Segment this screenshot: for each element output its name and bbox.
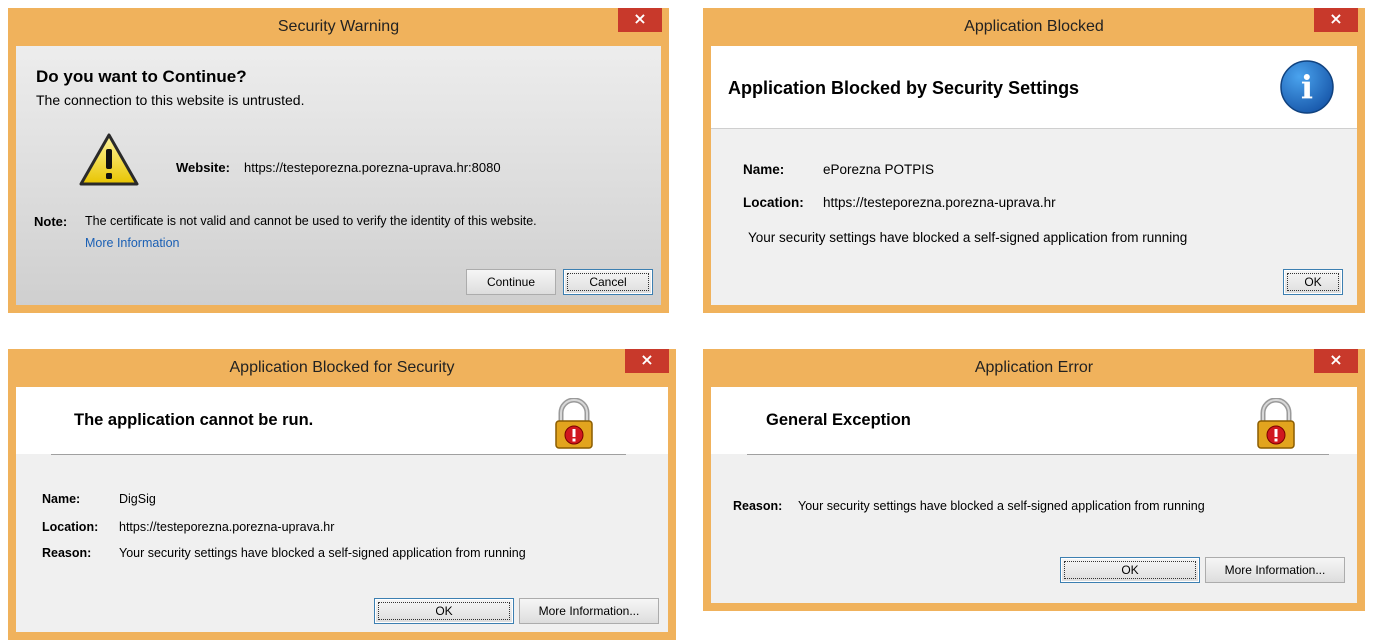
dialog-title: Application Blocked for Security bbox=[229, 359, 455, 376]
location-label: Location: bbox=[42, 520, 99, 534]
application-blocked-for-security-dialog: Application Blocked for Security × The a… bbox=[8, 349, 676, 640]
more-information-link[interactable]: More Information bbox=[85, 236, 179, 250]
ok-button-label: OK bbox=[1287, 273, 1339, 291]
heading: Do you want to Continue? bbox=[36, 67, 247, 86]
location-value: https://testeporezna.porezna-uprava.hr bbox=[119, 520, 335, 534]
heading: General Exception bbox=[766, 411, 911, 429]
note-text: The certificate is not valid and cannot … bbox=[85, 214, 537, 228]
dialog-title: Application Blocked bbox=[964, 18, 1104, 35]
header-panel: The application cannot be run. bbox=[16, 387, 668, 454]
application-blocked-dialog: Application Blocked × Application Blocke… bbox=[703, 8, 1365, 313]
reason-value: Your security settings have blocked a se… bbox=[798, 499, 1205, 513]
name-value: ePorezna POTPIS bbox=[823, 162, 935, 177]
message-text: Your security settings have blocked a se… bbox=[748, 230, 1188, 245]
titlebar[interactable]: Application Blocked × bbox=[711, 8, 1358, 46]
ok-button-label: OK bbox=[1064, 561, 1196, 579]
close-button[interactable]: × bbox=[618, 8, 662, 32]
ok-button[interactable]: OK bbox=[1060, 557, 1200, 583]
dialog-body: The application cannot be run. Name: Dig… bbox=[16, 387, 668, 632]
dialog-title: Security Warning bbox=[277, 18, 400, 35]
more-information-button[interactable]: More Information... bbox=[1205, 557, 1345, 583]
website-value: https://testeporezna.porezna-uprava.hr:8… bbox=[244, 160, 501, 175]
titlebar[interactable]: Security Warning × bbox=[16, 8, 662, 46]
cancel-button[interactable]: Cancel bbox=[563, 269, 653, 295]
note-label: Note: bbox=[34, 214, 68, 229]
continue-button[interactable]: Continue bbox=[466, 269, 556, 295]
more-information-button[interactable]: More Information... bbox=[519, 598, 659, 624]
cancel-button-label: Cancel bbox=[567, 273, 649, 291]
dialog-body: Do you want to Continue? The connection … bbox=[16, 46, 661, 305]
heading: Application Blocked by Security Settings bbox=[728, 78, 1080, 98]
padlock-error-icon bbox=[1257, 398, 1295, 449]
ok-button[interactable]: OK bbox=[1283, 269, 1343, 295]
info-icon-glyph: i bbox=[1301, 68, 1313, 106]
dialog-body: General Exception Reason: Your security … bbox=[711, 387, 1357, 603]
titlebar[interactable]: Application Blocked for Security × bbox=[16, 349, 669, 387]
padlock-error-icon bbox=[555, 398, 593, 449]
reason-label: Reason: bbox=[733, 499, 783, 513]
info-icon: i bbox=[1280, 60, 1334, 114]
dialog-body: Application Blocked by Security Settings… bbox=[711, 46, 1357, 305]
location-value: https://testeporezna.porezna-uprava.hr bbox=[823, 195, 1056, 210]
name-label: Name: bbox=[42, 492, 81, 506]
titlebar[interactable]: Application Error × bbox=[711, 349, 1358, 387]
warning-icon bbox=[79, 133, 139, 186]
separator bbox=[51, 454, 626, 455]
ok-button[interactable]: OK bbox=[374, 598, 514, 624]
heading: The application cannot be run. bbox=[74, 411, 314, 429]
close-button[interactable]: × bbox=[1314, 8, 1358, 32]
location-label: Location: bbox=[743, 195, 804, 210]
close-button[interactable]: × bbox=[625, 349, 669, 373]
application-error-dialog: Application Error × General Exception Re… bbox=[703, 349, 1365, 611]
ok-button-label: OK bbox=[378, 602, 510, 620]
subheading: The connection to this website is untrus… bbox=[36, 92, 305, 108]
reason-value: Your security settings have blocked a se… bbox=[119, 546, 526, 560]
close-button[interactable]: × bbox=[1314, 349, 1358, 373]
header-panel: General Exception bbox=[711, 387, 1357, 454]
separator bbox=[747, 454, 1329, 455]
reason-label: Reason: bbox=[42, 546, 92, 560]
website-label: Website: bbox=[176, 160, 230, 175]
security-warning-dialog: Security Warning × Do you want to Contin… bbox=[8, 8, 669, 313]
header-panel: Application Blocked by Security Settings… bbox=[711, 46, 1357, 129]
dialog-title: Application Error bbox=[974, 359, 1094, 376]
name-label: Name: bbox=[743, 162, 785, 177]
name-value: DigSig bbox=[119, 492, 156, 506]
